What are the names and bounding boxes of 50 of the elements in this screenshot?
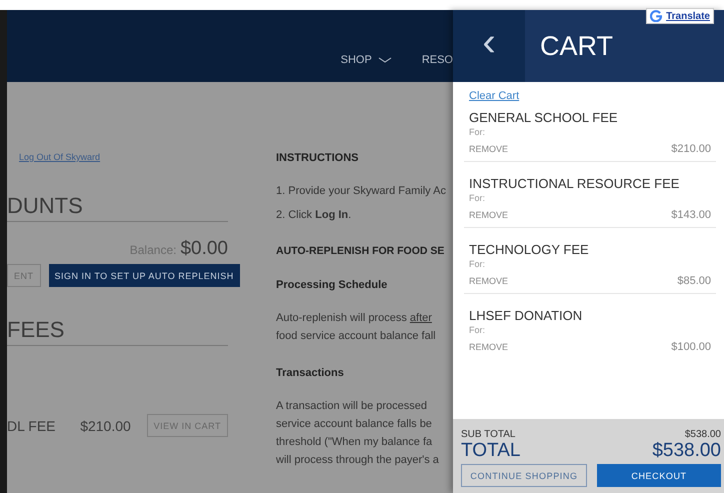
- item-name: INSTRUCTIONAL RESOURCE FEE: [469, 176, 680, 191]
- clear-cart-link[interactable]: Clear Cart: [469, 90, 520, 102]
- fee-name: DL FEE: [7, 418, 56, 434]
- section-heading: FEES: [7, 317, 228, 346]
- section-heading: DUNTS: [7, 193, 228, 222]
- item-name: GENERAL SCHOOL FEE: [469, 110, 619, 125]
- subtotal-value: $538.00: [684, 429, 721, 440]
- item-price: $143.00: [671, 209, 711, 221]
- paragraph-line: will process through the payer's a: [276, 453, 440, 468]
- item-name: LHSEF DONATION: [469, 308, 584, 323]
- checkout-button[interactable]: CHECKOUT: [597, 464, 721, 487]
- instructions-heading: INSTRUCTIONS: [276, 152, 360, 164]
- g-logo-icon: [650, 10, 662, 22]
- paragraph-line: service account balance falls be: [276, 417, 433, 432]
- instruction-step: 1. Provide your Skyward Family Ac: [276, 185, 453, 197]
- remove-button[interactable]: REMOVE: [469, 342, 508, 352]
- text-link[interactable]: after: [410, 312, 432, 324]
- remove-button[interactable]: REMOVE: [469, 276, 508, 286]
- cart-title: CART: [539, 30, 614, 62]
- fee-amount: $210.00: [80, 418, 132, 434]
- nav-link[interactable]: RESO: [422, 54, 453, 66]
- item-for-label: For:: [469, 259, 486, 269]
- translate-link[interactable]: Translate: [646, 8, 714, 24]
- subsection-title: Processing Schedule: [276, 279, 388, 291]
- item-name: TECHNOLOGY FEE: [469, 242, 590, 257]
- subtotal-label: SUB TOTAL: [461, 429, 516, 440]
- item-for-label: For:: [469, 193, 486, 203]
- paragraph-line: food service account balance fall: [276, 329, 437, 344]
- remove-button[interactable]: REMOVE: [469, 144, 508, 154]
- item-price: $210.00: [671, 143, 711, 155]
- logout-link[interactable]: Log Out Of Skyward: [19, 152, 228, 162]
- balance-value: $0.00: [180, 238, 228, 260]
- remove-button[interactable]: REMOVE: [469, 210, 508, 220]
- paragraph-line: Auto-replenish will process after: [276, 311, 433, 326]
- total-value: $538.00: [652, 440, 721, 462]
- nav-link[interactable]: SHOP: [340, 54, 392, 66]
- item-price: $85.00: [677, 275, 711, 287]
- item-price: $100.00: [671, 341, 711, 353]
- back-button[interactable]: ‹: [453, 10, 525, 82]
- continue-shopping-button[interactable]: CONTINUE SHOPPING: [461, 464, 587, 487]
- action-button[interactable]: SIGN IN TO SET UP AUTO REPLENISH: [48, 264, 240, 287]
- paragraph-line: A transaction will be processed: [276, 399, 428, 414]
- chevron-down-icon: [378, 57, 392, 63]
- item-for-label: For:: [469, 127, 486, 137]
- section-title: AUTO-REPLENISH FOR FOOD SE: [276, 245, 446, 257]
- total-label: TOTAL: [461, 440, 520, 462]
- item-for-label: For:: [469, 325, 486, 335]
- paragraph-line: threshold ("When my balance fa: [276, 435, 434, 450]
- subsection-title: Transactions: [276, 367, 345, 379]
- instruction-step: 2. Click Log In.: [276, 209, 453, 221]
